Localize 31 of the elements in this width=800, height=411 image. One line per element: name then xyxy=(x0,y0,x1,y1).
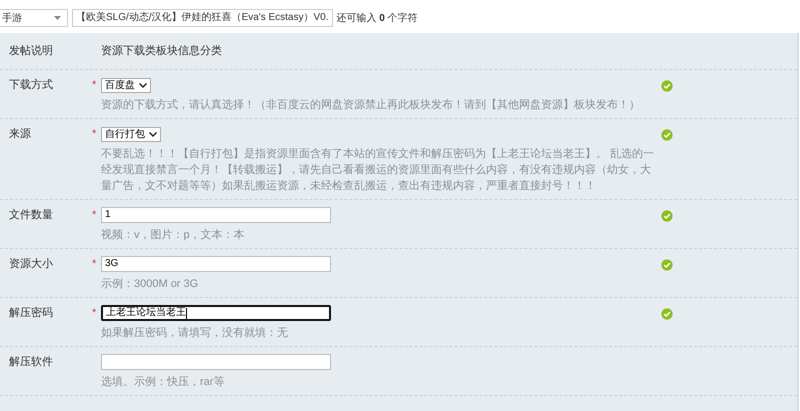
hint-text: 资源的下载方式，请认真选择！（非百度云的网盘资源禁止再此板块发布！请到【其他网盘资源】板块发布！） xyxy=(100,98,641,113)
chevron-icon xyxy=(149,132,157,136)
field-label: 来源 xyxy=(8,127,32,142)
dropdown-arrow-icon xyxy=(54,16,61,20)
field-label: 资源大小 xyxy=(8,257,54,272)
select-field[interactable]: 百度盘 xyxy=(101,78,151,92)
input-field[interactable]: 3G xyxy=(101,256,331,272)
required-mark: * xyxy=(92,209,98,221)
hint-text: 选填。示例：快压，rar等 xyxy=(100,375,226,390)
required-mark: * xyxy=(92,79,98,91)
field-label: 文件数量 xyxy=(8,208,54,223)
field-label: 解压密码 xyxy=(8,306,54,321)
field-label: 下载方式 xyxy=(8,78,54,93)
character-counter: 还可输入 0 个字符 xyxy=(336,12,418,25)
input-field[interactable]: 上老王论坛当老王 xyxy=(101,305,331,321)
required-mark: * xyxy=(92,307,98,319)
field-label: 发帖说明 xyxy=(8,44,54,59)
input-field[interactable]: 1 xyxy=(101,207,331,223)
hint-text: 示例：3000M or 3G xyxy=(100,277,200,292)
title-field[interactable]: 【欧美SLG/动态/汉化】伊娃的狂喜（Eva's Ecstasy）V0. xyxy=(72,9,333,27)
category-dropdown[interactable]: 手游 xyxy=(0,9,68,27)
field-label: 解压软件 xyxy=(8,355,54,370)
input-field[interactable] xyxy=(101,354,331,370)
select-field[interactable]: 自行打包 xyxy=(101,126,161,142)
category-name: 资源下载类板块信息分类 xyxy=(100,44,222,59)
chevron-icon xyxy=(139,82,147,88)
required-mark: * xyxy=(92,128,98,140)
required-mark: * xyxy=(92,258,98,270)
hint-text: 不要乱选！！！【自行打包】是指资源里面含有了本站的宣传文件和解压密码为【上老王论坛当老王】。 乱选的一经发现直接禁言一个月！【转载搬运】，请先自己看看搬运的资源里面有些什么内容，有没有违规内容（幼女，大量广告，文不对题等等）如果乱搬运资源，未经检查乱搬运，查出有违规内容，严重者直接封号！！！ xyxy=(100,146,656,194)
hint-text: 如果解压密码，请填写，没有就填：无 xyxy=(100,326,289,341)
hint-text: 视频：v，图片：p，文本：本 xyxy=(100,228,246,243)
